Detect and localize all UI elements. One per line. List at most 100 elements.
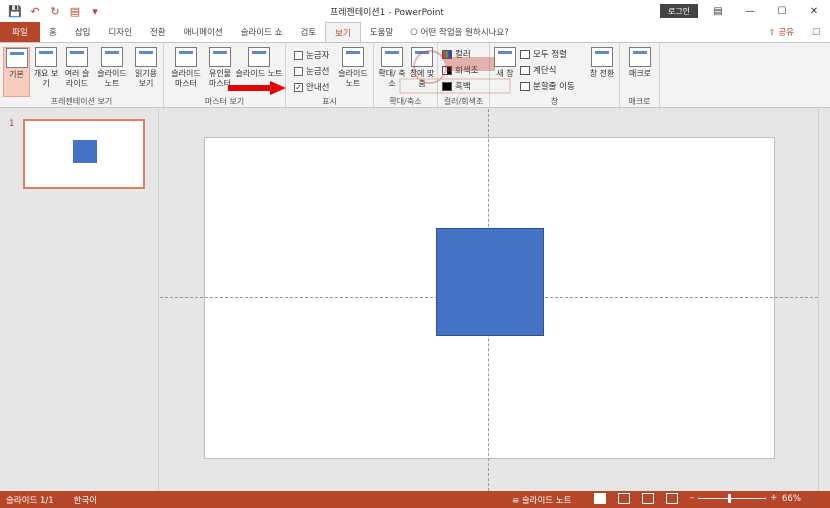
redo-icon[interactable]: ↻: [48, 4, 62, 18]
cascade-button[interactable]: 계단식: [520, 64, 556, 76]
gridlines-label: 눈금선: [306, 67, 330, 77]
tab-view[interactable]: 보기: [325, 22, 361, 42]
arrange-all-button[interactable]: 모두 정렬: [520, 48, 567, 60]
new-window-button[interactable]: 새 창: [492, 47, 518, 79]
black-white-label: 흑백: [455, 82, 471, 92]
maximize-icon[interactable]: ☐: [766, 0, 798, 22]
notes-icon: [342, 47, 364, 67]
slide-thumbnail[interactable]: [23, 119, 145, 189]
vertical-scrollbar[interactable]: [818, 109, 830, 491]
share-button[interactable]: ⇧ 공유: [769, 26, 794, 38]
group-master-views: 슬라이드 마스터 유인물 마스터 슬라이드 노트 마스터 보기: [164, 43, 286, 109]
grayscale-swatch-icon: [442, 65, 452, 75]
fit-to-window-button[interactable]: 창에 맞춤: [408, 47, 436, 89]
move-split-label: 분할줄 이동: [533, 82, 575, 92]
zoom-in-icon[interactable]: +: [770, 493, 777, 503]
fit-to-window-icon: [411, 47, 433, 67]
slide-master-button[interactable]: 슬라이드 마스터: [168, 47, 204, 89]
group-label: 표시: [322, 97, 337, 106]
ruler-checkbox[interactable]: 눈금자: [294, 49, 329, 61]
ribbon-display-options-icon[interactable]: ▤: [702, 0, 734, 22]
red-arrow-annotation: [228, 81, 286, 95]
handout-master-icon: [209, 47, 231, 67]
notes-toggle[interactable]: ≡ 슬라이드 노트: [512, 494, 571, 506]
minimize-icon[interactable]: —: [734, 0, 766, 22]
group-label: 프레젠테이션 보기: [50, 97, 113, 106]
zoom-button[interactable]: 확대/ 축소: [378, 47, 406, 89]
reading-view-icon: [135, 47, 157, 67]
notes-label: 슬라이드 노트: [338, 69, 368, 88]
switch-windows-button[interactable]: 창 전환: [586, 47, 618, 79]
tab-insert[interactable]: 삽입: [66, 22, 100, 42]
group-label: 확대/축소: [389, 97, 422, 106]
tab-design[interactable]: 디자인: [99, 22, 140, 42]
guides-checkbox[interactable]: ✓ 안내선: [294, 81, 329, 93]
gridlines-checkbox-box[interactable]: [294, 66, 303, 76]
tab-right-area: ⇧ 공유 □: [769, 22, 821, 42]
close-icon[interactable]: ✕: [798, 0, 830, 22]
tab-slideshow[interactable]: 슬라이드 쇼: [232, 22, 292, 42]
comments-icon[interactable]: □: [812, 27, 820, 37]
language-indicator[interactable]: 한국어: [74, 494, 97, 506]
group-label: 컬러/회색조: [443, 97, 484, 106]
tab-help[interactable]: 도움말: [361, 22, 402, 42]
normal-view-icon: [5, 48, 28, 68]
zoom-track[interactable]: [698, 493, 767, 503]
notes-page-label: 슬라이드 노트: [97, 69, 127, 88]
macros-icon: [629, 47, 651, 67]
notes-page-button[interactable]: 슬라이드 노트: [96, 47, 128, 89]
slide-sorter-button[interactable]: 여러 슬라이드: [62, 47, 92, 89]
save-icon[interactable]: 💾: [8, 4, 22, 18]
slide-thumbnails-pane: 1: [0, 109, 159, 491]
rectangle-shape[interactable]: [436, 228, 544, 336]
zoom-level[interactable]: 66%: [782, 494, 801, 504]
undo-icon[interactable]: ↶: [28, 4, 42, 18]
notes-master-button[interactable]: 슬라이드 노트: [234, 47, 284, 79]
tab-review[interactable]: 검토: [292, 22, 326, 42]
window-controls: ▤ — ☐ ✕: [702, 0, 830, 22]
move-split-icon: [520, 81, 530, 91]
group-label: 마스터 보기: [204, 97, 245, 106]
slideshow-status-icon[interactable]: [666, 493, 678, 504]
zoom-slider[interactable]: – +: [690, 493, 777, 503]
switch-windows-icon: [591, 47, 613, 67]
macros-button[interactable]: 매크로: [624, 47, 656, 79]
slide-master-icon: [175, 47, 197, 67]
lightbulb-icon: ○: [410, 27, 418, 37]
login-button[interactable]: 로그인: [660, 4, 698, 18]
outline-view-button[interactable]: 개요 보기: [33, 47, 59, 89]
group-macros: 매크로 매크로: [620, 43, 660, 109]
normal-view-label: 기본: [9, 70, 24, 79]
tell-me-search[interactable]: ○ 어떤 작업을 원하시나요?: [402, 22, 509, 42]
grayscale-button[interactable]: 회색조: [442, 64, 478, 76]
status-bar: 슬라이드 1/1 한국어 ≡ 슬라이드 노트 – + 66%: [0, 491, 830, 508]
notes-button[interactable]: 슬라이드 노트: [334, 47, 372, 89]
normal-view-button[interactable]: 기본: [3, 47, 30, 97]
reading-view-button[interactable]: 읽기용 보기: [131, 47, 161, 89]
tab-animations[interactable]: 애니메이션: [175, 22, 232, 42]
slideshow-start-icon[interactable]: ▤: [68, 4, 82, 18]
slide-sorter-status-icon[interactable]: [618, 493, 630, 504]
new-window-label: 새 창: [496, 69, 514, 78]
slide-count: 슬라이드 1/1: [6, 495, 54, 506]
tab-home[interactable]: 홈: [40, 22, 66, 42]
slide-thumb-number: 1: [9, 119, 15, 129]
reading-view-status-icon[interactable]: [642, 493, 654, 504]
black-white-button[interactable]: 흑백: [442, 80, 471, 92]
new-window-icon: [494, 47, 516, 67]
zoom-thumb[interactable]: [728, 493, 732, 503]
tab-file[interactable]: 파일: [0, 22, 40, 42]
normal-view-status-icon[interactable]: [594, 493, 606, 504]
zoom-out-icon[interactable]: –: [690, 493, 694, 503]
tab-transitions[interactable]: 전환: [141, 22, 175, 42]
gridlines-checkbox[interactable]: 눈금선: [294, 65, 329, 77]
group-label: 창: [550, 97, 559, 106]
notes-toggle-label: 슬라이드 노트: [521, 496, 572, 506]
slide-sorter-icon: [66, 47, 88, 67]
customize-qat-icon[interactable]: ▾: [88, 4, 102, 18]
move-split-button[interactable]: 분할줄 이동: [520, 80, 575, 92]
tell-me-text: 어떤 작업을 원하시나요?: [420, 28, 509, 38]
color-button[interactable]: 컬러: [442, 48, 471, 60]
ruler-checkbox-box[interactable]: [294, 50, 303, 60]
guides-checkbox-box[interactable]: ✓: [294, 82, 303, 92]
